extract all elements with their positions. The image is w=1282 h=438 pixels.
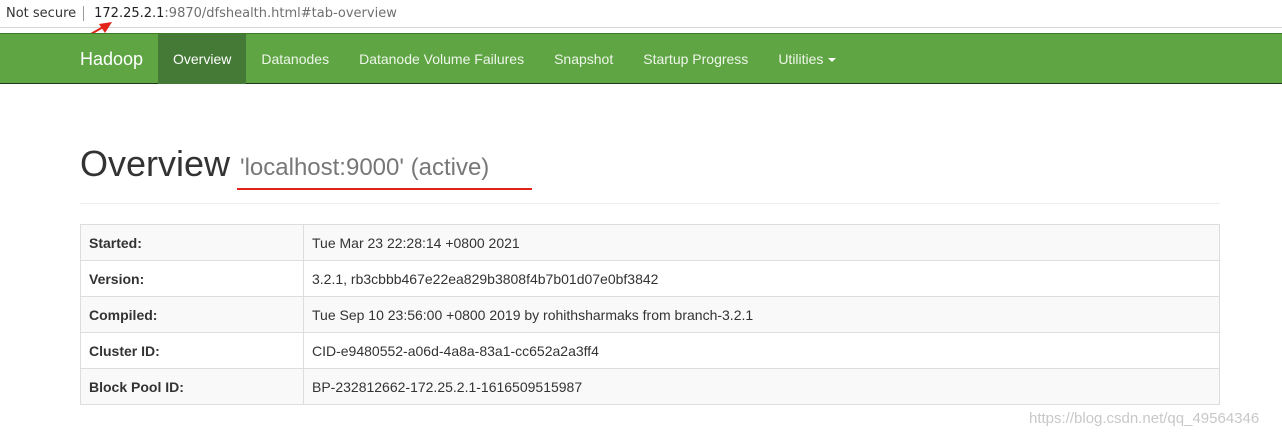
- started-label: Started:: [80, 224, 304, 261]
- table-row: Started: Tue Mar 23 22:28:14 +0800 2021: [80, 224, 1220, 261]
- tab-overview[interactable]: Overview: [158, 34, 247, 84]
- table-row: Version: 3.2.1, rb3cbbb467e22ea829b3808f…: [80, 260, 1220, 297]
- tab-snapshot[interactable]: Snapshot: [539, 34, 628, 84]
- table-row: Cluster ID: CID-e9480552-a06d-4a8a-83a1-…: [80, 332, 1220, 369]
- page-header: Overview 'localhost:9000' (active): [80, 140, 1220, 204]
- started-value: Tue Mar 23 22:28:14 +0800 2021: [303, 224, 1220, 261]
- utilities-label: Utilities: [778, 51, 824, 67]
- table-row: Block Pool ID: BP-232812662-172.25.2.1-1…: [80, 368, 1220, 405]
- utilities-dropdown[interactable]: Utilities: [763, 34, 851, 84]
- namenode-address: 'localhost:9000' (active): [240, 154, 490, 181]
- block-pool-id-value: BP-232812662-172.25.2.1-1616509515987: [303, 368, 1220, 405]
- compiled-label: Compiled:: [80, 296, 304, 333]
- brand-logo[interactable]: Hadoop: [80, 34, 143, 84]
- caret-down-icon: [828, 58, 837, 63]
- address-bar[interactable]: Not secure 172.25.2.1:9870/dfshealth.htm…: [0, 0, 1282, 28]
- version-label: Version:: [80, 260, 304, 297]
- cluster-id-label: Cluster ID:: [80, 332, 304, 369]
- page-title: Overview: [80, 143, 231, 184]
- table-row: Compiled: Tue Sep 10 23:56:00 +0800 2019…: [80, 296, 1220, 333]
- tab-datanodes[interactable]: Datanodes: [246, 34, 344, 84]
- compiled-value: Tue Sep 10 23:56:00 +0800 2019 by rohith…: [303, 296, 1220, 333]
- annotation-underline: [237, 188, 532, 190]
- page: Not secure 172.25.2.1:9870/dfshealth.htm…: [0, 0, 1282, 438]
- block-pool-id-label: Block Pool ID:: [80, 368, 304, 405]
- overview-table: Started: Tue Mar 23 22:28:14 +0800 2021 …: [80, 224, 1220, 405]
- tab-datanode-volume-failures[interactable]: Datanode Volume Failures: [344, 34, 539, 84]
- tab-startup-progress[interactable]: Startup Progress: [628, 34, 763, 84]
- url-path[interactable]: :9870/dfshealth.html#tab-overview: [164, 6, 396, 21]
- cluster-id-value: CID-e9480552-a06d-4a8a-83a1-cc652a2a3ff4: [303, 332, 1220, 369]
- version-value: 3.2.1, rb3cbbb467e22ea829b3808f4b7b01d07…: [303, 260, 1220, 297]
- nav-list: Overview Datanodes Datanode Volume Failu…: [158, 34, 851, 84]
- navbar: Hadoop Overview Datanodes Datanode Volum…: [0, 33, 1282, 84]
- watermark: https://blog.csdn.net/qq_49564346: [1029, 410, 1260, 427]
